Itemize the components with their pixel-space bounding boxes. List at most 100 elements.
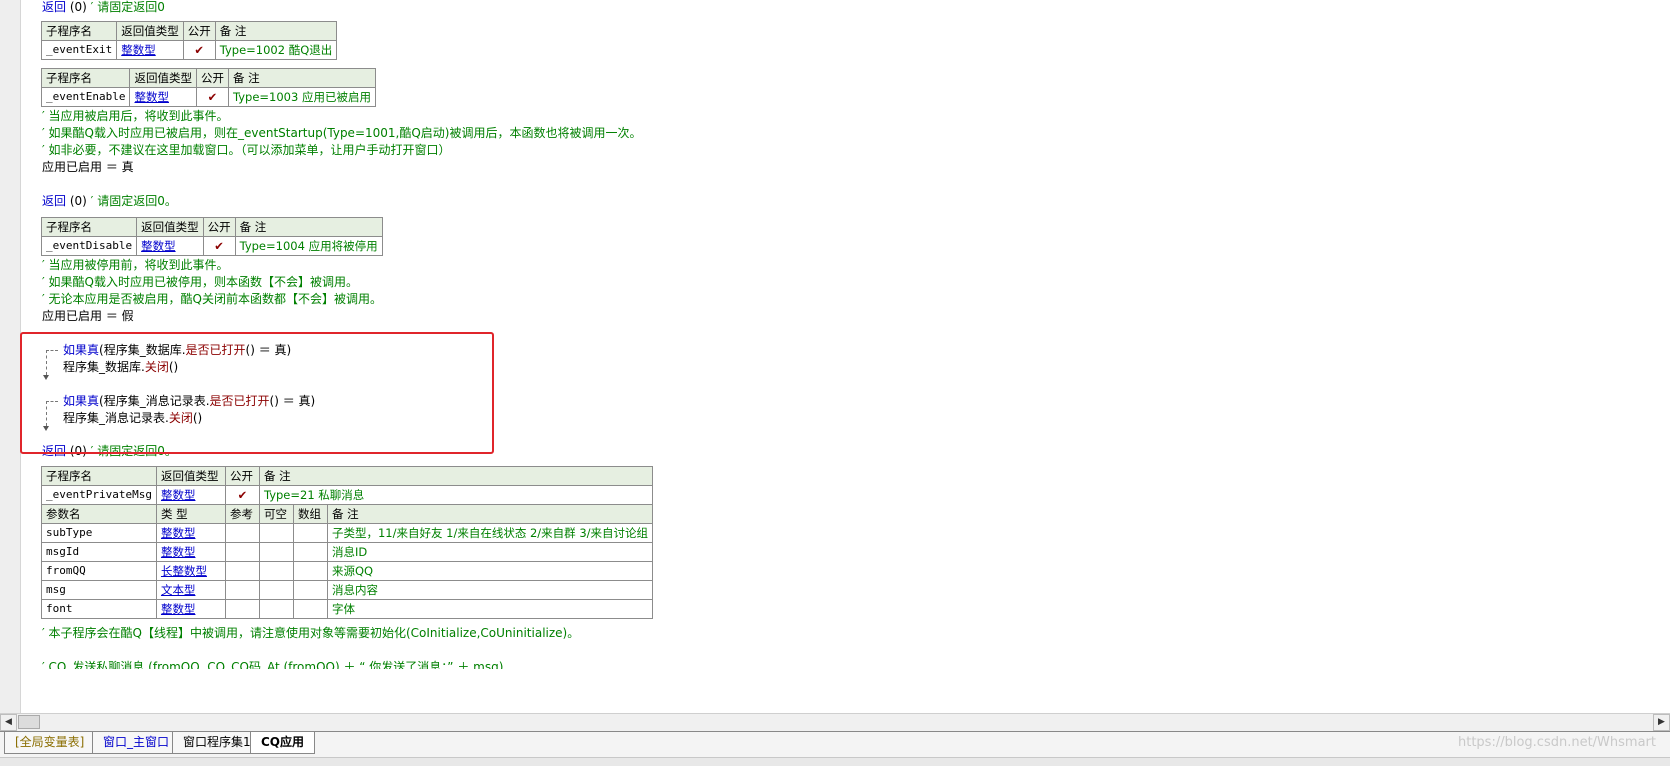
assign-statement: 应用已启用 ＝ 假: [42, 309, 134, 323]
tab-main-window[interactable]: 窗口_主窗口: [92, 732, 181, 754]
param-type-link[interactable]: 整数型: [155, 599, 226, 619]
param-nullable[interactable]: [258, 523, 294, 543]
col-header: 子程序名: [40, 68, 131, 88]
sub-name[interactable]: _eventPrivateMsg: [41, 485, 157, 505]
param-nullable[interactable]: [258, 580, 294, 600]
tab-cq-app[interactable]: CQ应用: [250, 732, 316, 754]
col-header: 子程序名: [40, 21, 118, 41]
param-name[interactable]: fromQQ: [41, 561, 157, 581]
sub-name[interactable]: _eventDisable: [40, 236, 138, 256]
code-comment-partial: ′ CQ_发送私聊消息 (fromQQ, CQ_CQ码_At (fromQQ) …: [42, 660, 504, 669]
param-array[interactable]: [292, 523, 328, 543]
code-comment: ′ 无论本应用是否被启用，酷Q关闭前本函数都【不会】被调用。: [42, 292, 382, 306]
param-ref[interactable]: [224, 599, 260, 619]
line-gutter: [0, 0, 21, 713]
param-remark[interactable]: 来源QQ: [326, 561, 654, 581]
sub-table-disable: 子程序名 返回值类型 公开 备 注 _eventDisable 整数型 ✔ Ty…: [40, 217, 383, 256]
param-nullable[interactable]: [258, 542, 294, 562]
col-header: 公开: [182, 21, 216, 41]
param-remark[interactable]: 字体: [326, 599, 654, 619]
return-statement: 返回 (0) ′ 请固定返回0: [42, 0, 165, 14]
param-col-header: 可空: [258, 504, 294, 524]
return-statement: 返回 (0) ′ 请固定返回0。: [42, 194, 177, 208]
param-name[interactable]: msgId: [41, 542, 157, 562]
scroll-right-icon[interactable]: ▶: [1653, 714, 1670, 731]
param-array[interactable]: [292, 599, 328, 619]
param-ref[interactable]: [224, 523, 260, 543]
return-type-link[interactable]: 整数型: [129, 87, 197, 107]
param-remark[interactable]: 消息内容: [326, 580, 654, 600]
param-type-link[interactable]: 长整数型: [155, 561, 226, 581]
col-header: 备 注: [258, 466, 654, 486]
param-array[interactable]: [292, 542, 328, 562]
col-header: 备 注: [214, 21, 338, 41]
param-col-header: 数组: [292, 504, 328, 524]
code-comment: ′ 如非必要，不建议在这里加载窗口。（可以添加菜单，让用户手动打开窗口）: [42, 143, 451, 157]
code-comment: ′ 如果酷Q载入时应用已被停用，则本函数【不会】被调用。: [42, 275, 358, 289]
table-row[interactable]: font 整数型 字体: [41, 599, 654, 619]
param-nullable[interactable]: [258, 561, 294, 581]
col-header: 返回值类型: [129, 68, 197, 88]
tab-window-assembly[interactable]: 窗口程序集1: [172, 732, 262, 754]
return-type-link[interactable]: 整数型: [136, 236, 204, 256]
table-row[interactable]: msgId 整数型 消息ID: [41, 542, 654, 562]
col-header: 公开: [195, 68, 229, 88]
sub-table-exit: 子程序名 返回值类型 公开 备 注 _eventExit 整数型 ✔ Type=…: [40, 21, 338, 60]
return-type-link[interactable]: 整数型: [155, 485, 226, 505]
param-col-header: 备 注: [326, 504, 654, 524]
param-col-header: 参数名: [41, 504, 157, 524]
public-check-icon[interactable]: ✔: [224, 485, 260, 505]
param-ref[interactable]: [224, 580, 260, 600]
horizontal-scrollbar[interactable]: ◀ ▶: [0, 713, 1670, 732]
sub-remark[interactable]: Type=21 私聊消息: [258, 485, 654, 505]
col-header: 返回值类型: [155, 466, 226, 486]
param-array[interactable]: [292, 580, 328, 600]
col-header: 备 注: [234, 217, 383, 237]
tab-global-vars[interactable]: [全局变量表]: [4, 732, 96, 754]
col-header: 公开: [202, 217, 236, 237]
scroll-left-icon[interactable]: ◀: [0, 714, 17, 731]
watermark: https://blog.csdn.net/Whsmart: [1458, 735, 1656, 750]
param-name[interactable]: font: [41, 599, 157, 619]
col-header: 子程序名: [40, 217, 138, 237]
col-header: 公开: [224, 466, 260, 486]
sub-remark[interactable]: Type=1003 应用已被启用: [227, 87, 376, 107]
code-comment: ′ 如果酷Q载入时应用已被启用，则在_eventStartup(Type=100…: [42, 126, 642, 140]
col-header: 备 注: [227, 68, 376, 88]
param-name[interactable]: msg: [41, 580, 157, 600]
public-check-icon[interactable]: ✔: [202, 236, 236, 256]
assign-statement: 应用已启用 ＝ 真: [42, 160, 134, 174]
param-ref[interactable]: [224, 542, 260, 562]
sub-table-private-msg: 子程序名 返回值类型 公开 备 注 _eventPrivateMsg 整数型 ✔…: [41, 466, 654, 619]
col-header: 返回值类型: [116, 21, 184, 41]
table-row[interactable]: fromQQ 长整数型 来源QQ: [41, 561, 654, 581]
col-header: 子程序名: [41, 466, 157, 486]
param-remark[interactable]: 子类型，11/来自好友 1/来自在线状态 2/来自群 3/来自讨论组: [326, 523, 654, 543]
param-type-link[interactable]: 整数型: [155, 542, 226, 562]
param-col-header: 类 型: [155, 504, 226, 524]
sub-name[interactable]: _eventEnable: [40, 87, 131, 107]
public-check-icon[interactable]: ✔: [195, 87, 229, 107]
col-header: 返回值类型: [136, 217, 204, 237]
tab-bar: [全局变量表] 窗口_主窗口 窗口程序集1 CQ应用: [0, 731, 1670, 758]
highlight-box: [20, 332, 494, 454]
param-nullable[interactable]: [258, 599, 294, 619]
param-col-header: 参考: [224, 504, 260, 524]
param-remark[interactable]: 消息ID: [326, 542, 654, 562]
param-type-link[interactable]: 整数型: [155, 523, 226, 543]
return-type-link[interactable]: 整数型: [116, 40, 184, 60]
scroll-thumb[interactable]: [18, 715, 40, 729]
sub-remark[interactable]: Type=1004 应用将被停用: [234, 236, 383, 256]
sub-name[interactable]: _eventExit: [40, 40, 118, 60]
param-name[interactable]: subType: [41, 523, 157, 543]
table-row[interactable]: subType 整数型 子类型，11/来自好友 1/来自在线状态 2/来自群 3…: [41, 523, 654, 543]
sub-remark[interactable]: Type=1002 酷Q退出: [214, 40, 338, 60]
table-row[interactable]: msg 文本型 消息内容: [41, 580, 654, 600]
public-check-icon[interactable]: ✔: [182, 40, 216, 60]
sub-table-enable: 子程序名 返回值类型 公开 备 注 _eventEnable 整数型 ✔ Typ…: [40, 68, 376, 107]
param-array[interactable]: [292, 561, 328, 581]
code-comment: ′ 当应用被启用后，将收到此事件。: [42, 109, 229, 123]
code-comment: ′ 当应用被停用前，将收到此事件。: [42, 258, 229, 272]
param-ref[interactable]: [224, 561, 260, 581]
param-type-link[interactable]: 文本型: [155, 580, 226, 600]
